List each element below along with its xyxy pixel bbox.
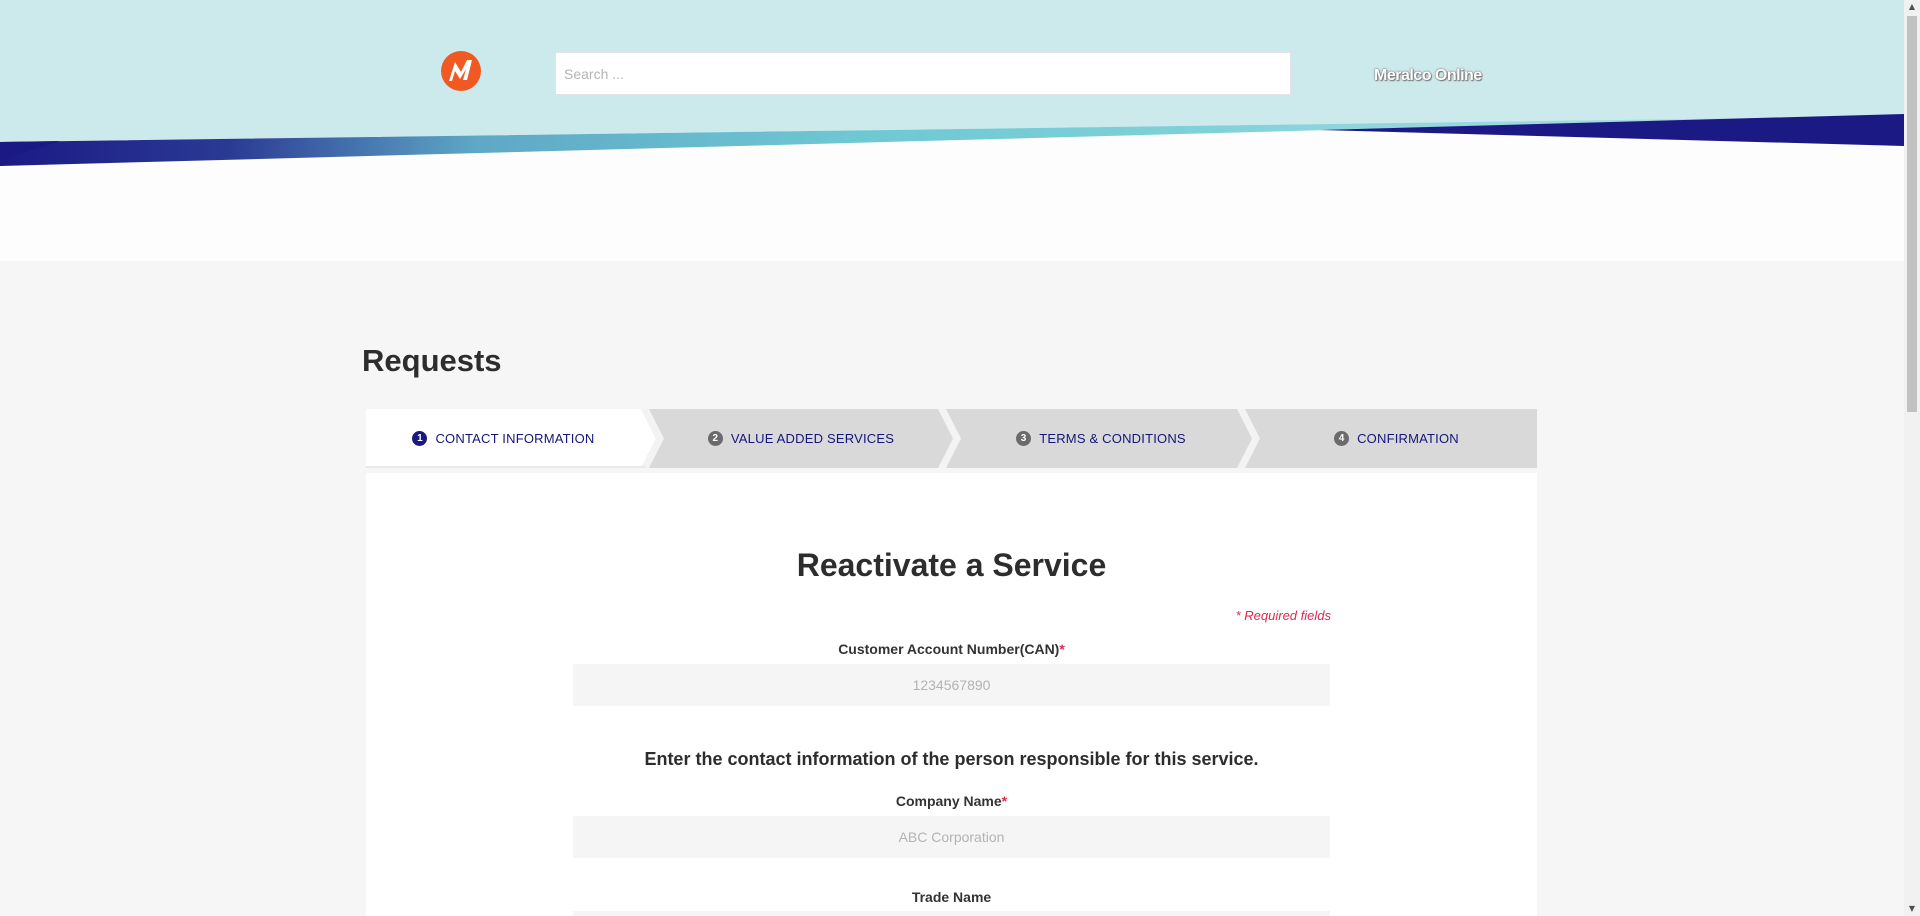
site-header: Meralco Online bbox=[0, 0, 1904, 261]
company-name-label-text: Company Name bbox=[895, 793, 1002, 809]
progress-steps: 1 CONTACT INFORMATION 2 VALUE ADDED SERV… bbox=[366, 409, 1537, 468]
request-form-card: Reactivate a Service * Required fields C… bbox=[366, 473, 1537, 916]
can-input[interactable] bbox=[573, 664, 1330, 706]
trade-name-input[interactable] bbox=[573, 911, 1330, 916]
can-field-label: Customer Account Number(CAN)* bbox=[573, 641, 1330, 657]
page-scrollbar[interactable]: ▲ ▼ bbox=[1904, 0, 1920, 916]
step-terms-conditions[interactable]: 3 TERMS & CONDITIONS bbox=[956, 409, 1246, 468]
step-label: CONTACT INFORMATION bbox=[435, 431, 595, 446]
step-label: VALUE ADDED SERVICES bbox=[730, 431, 895, 446]
required-asterisk: * bbox=[1059, 641, 1065, 657]
trade-name-label-text: Trade Name bbox=[911, 889, 992, 905]
page-title: Requests bbox=[362, 343, 502, 378]
scroll-down-arrow-icon[interactable]: ▼ bbox=[1904, 902, 1920, 916]
step-value-added-services[interactable]: 2 VALUE ADDED SERVICES bbox=[656, 409, 946, 468]
can-label-text: Customer Account Number(CAN) bbox=[838, 641, 1060, 657]
step-label: CONFIRMATION bbox=[1357, 431, 1459, 446]
step-number-badge: 1 bbox=[412, 431, 428, 446]
step-number-badge: 2 bbox=[707, 431, 723, 446]
required-fields-note: * Required fields bbox=[1235, 608, 1331, 623]
company-name-input[interactable] bbox=[573, 816, 1330, 858]
step-number-badge: 3 bbox=[1016, 431, 1032, 446]
scroll-up-arrow-icon[interactable]: ▲ bbox=[1904, 0, 1920, 14]
contact-instruction: Enter the contact information of the per… bbox=[644, 749, 1259, 769]
step-label: TERMS & CONDITIONS bbox=[1039, 431, 1186, 446]
form-title: Reactivate a Service bbox=[796, 547, 1107, 583]
required-asterisk: * bbox=[1001, 793, 1008, 809]
scrollbar-thumb[interactable] bbox=[1907, 16, 1917, 412]
meralco-online-link[interactable]: Meralco Online bbox=[1374, 67, 1482, 85]
step-contact-information[interactable]: 1 CONTACT INFORMATION bbox=[366, 409, 641, 468]
search-input[interactable] bbox=[555, 52, 1291, 95]
step-number-badge: 4 bbox=[1334, 431, 1350, 446]
company-name-label: Company Name* bbox=[573, 793, 1330, 809]
step-confirmation[interactable]: 4 CONFIRMATION bbox=[1256, 409, 1537, 468]
meralco-logo-icon[interactable] bbox=[440, 50, 482, 92]
trade-name-label: Trade Name bbox=[573, 889, 1330, 905]
